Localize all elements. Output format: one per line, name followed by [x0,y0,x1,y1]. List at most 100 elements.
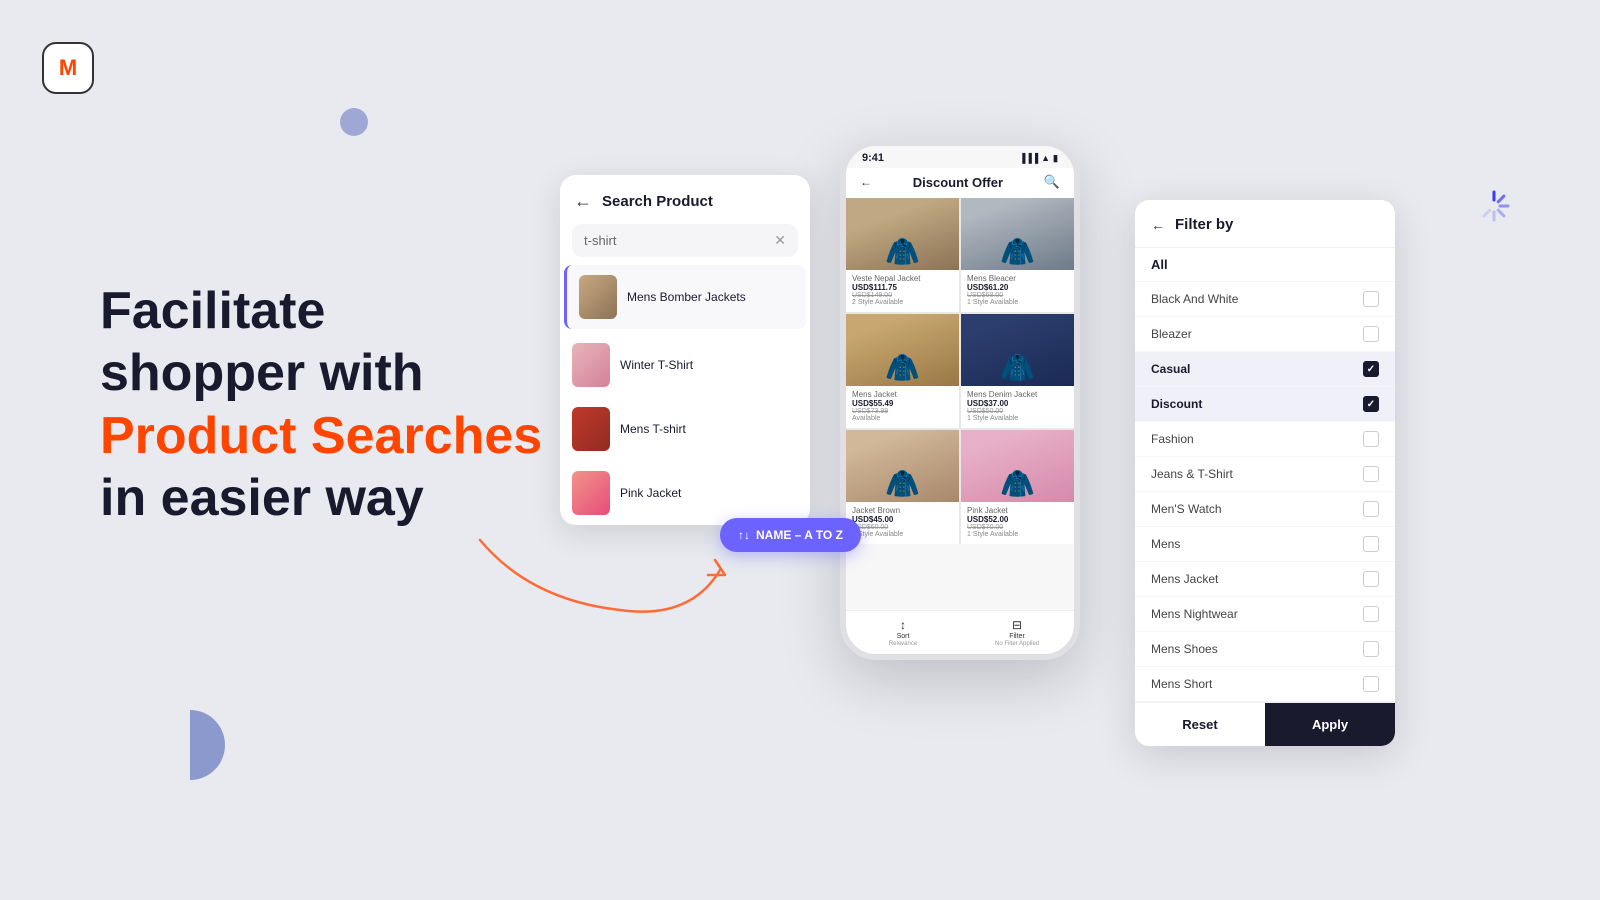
result-thumbnail [572,471,610,515]
product-old-price: USD$73.99 [852,408,953,415]
product-price: USD$61.20 [967,283,1068,292]
product-price: USD$111.75 [852,283,953,292]
filter-checkbox[interactable] [1363,606,1379,622]
search-panel-title: Search Product [602,193,713,210]
filter-checkbox[interactable] [1363,536,1379,552]
product-card[interactable]: 🧥 Pink Jacket USD$52.00 USD$70.00 1 Styl… [961,430,1074,544]
person-figure: 🧥 [846,430,959,502]
filter-footer: Reset Apply [1135,702,1395,746]
filter-tab-label: Filter [1009,633,1025,640]
filter-item[interactable]: Men'S Watch [1135,492,1395,527]
logo[interactable]: M [42,42,102,102]
status-icons: ▐▐▐ ▲ ▮ [1019,153,1058,164]
wifi-icon: ▲ [1041,153,1050,163]
product-card[interactable]: 🧥 Veste Nepal Jacket USD$111.75 USD$149.… [846,198,959,312]
app-header: ← Discount Offer 🔍 [846,168,1074,198]
product-old-price: USD$68.00 [967,292,1068,299]
product-price: USD$52.00 [967,515,1068,524]
sort-tab[interactable]: ↕ Sort Relevance [846,618,960,647]
filter-tab[interactable]: ⊟ Filter No Filter Applied [960,618,1074,647]
filter-checkbox[interactable] [1363,676,1379,692]
filter-item[interactable]: Mens Short [1135,667,1395,702]
arrow-decoration [470,520,750,640]
filter-item-label: Bleazer [1151,327,1192,341]
filter-item-discount[interactable]: Discount [1135,387,1395,422]
sort-icon: ↑↓ [738,528,750,542]
filter-checkbox[interactable] [1363,501,1379,517]
filter-apply-button[interactable]: Apply [1265,703,1395,746]
spinner-decoration [1476,188,1512,224]
filter-checkbox[interactable] [1363,641,1379,657]
search-result-item[interactable]: Mens Bomber Jackets [564,265,806,329]
product-info: Veste Nepal Jacket USD$111.75 USD$149.00… [846,270,959,312]
filter-item-label: Men'S Watch [1151,502,1222,516]
clear-icon[interactable]: ✕ [774,232,786,249]
product-info: Mens Bleacer USD$61.20 USD$68.00 1 Style… [961,270,1074,312]
filter-checkbox[interactable] [1363,431,1379,447]
sort-badge[interactable]: ↑↓ NAME – A TO Z [720,518,861,552]
filter-item[interactable]: Mens Shoes [1135,632,1395,667]
product-card[interactable]: 🧥 Jacket Brown USD$45.00 USD$60.00 2 Sty… [846,430,959,544]
product-image: 🧥 [961,198,1074,270]
product-price: USD$45.00 [852,515,953,524]
filter-item[interactable]: Black And White [1135,282,1395,317]
product-name: Mens Denim Jacket [967,390,1068,399]
battery-icon: ▮ [1053,153,1058,164]
filter-item-casual[interactable]: Casual [1135,352,1395,387]
product-card[interactable]: 🧥 Mens Denim Jacket USD$37.00 USD$50.00 … [961,314,1074,428]
product-styles: 2 Style Available [852,299,953,306]
sort-tab-sublabel: Relevance [889,641,917,647]
filter-checkbox[interactable] [1363,466,1379,482]
product-image: 🧥 [961,314,1074,386]
filter-item[interactable]: Mens Nightwear [1135,597,1395,632]
filter-item-all[interactable]: All [1135,248,1395,282]
filter-item[interactable]: Mens Jacket [1135,562,1395,597]
filter-item[interactable]: Bleazer [1135,317,1395,352]
filter-item-label: Jeans & T-Shirt [1151,467,1233,481]
logo-letter: M [59,55,77,81]
result-thumbnail [579,275,617,319]
filter-checkbox-checked[interactable] [1363,396,1379,412]
product-name: Mens Bleacer [967,274,1068,283]
filter-checkbox[interactable] [1363,326,1379,342]
filter-item-label: Fashion [1151,432,1194,446]
filter-item-label: Mens Nightwear [1151,607,1238,621]
status-bar: 9:41 ▐▐▐ ▲ ▮ [846,146,1074,168]
decorative-circle-bottom [155,710,225,780]
person-figure: 🧥 [961,314,1074,386]
hero-line4: in easier way [100,469,424,527]
search-result-item[interactable]: Pink Jacket [560,461,810,525]
search-result-item[interactable]: Winter T-Shirt [560,333,810,397]
back-arrow-icon[interactable]: ← [574,191,592,212]
filter-checkbox-checked[interactable] [1363,361,1379,377]
product-styles: 1 Style Available [967,531,1068,538]
sort-label: NAME – A TO Z [756,528,843,542]
product-image: 🧥 [846,430,959,502]
product-card[interactable]: 🧥 Mens Bleacer USD$61.20 USD$68.00 1 Sty… [961,198,1074,312]
filter-reset-button[interactable]: Reset [1135,703,1265,746]
app-back-icon[interactable]: ← [860,175,872,189]
product-name: Pink Jacket [967,506,1068,515]
filter-back-icon[interactable]: ← [1151,217,1165,233]
filter-item[interactable]: Jeans & T-Shirt [1135,457,1395,492]
product-styles: Available [852,415,953,422]
search-input-container[interactable]: t-shirt ✕ [572,224,798,257]
search-header-icon[interactable]: 🔍 [1044,174,1060,190]
filter-header: ← Filter by [1135,200,1395,248]
filter-checkbox[interactable] [1363,291,1379,307]
search-result-item[interactable]: Mens T-shirt [560,397,810,461]
result-label: Mens T-shirt [620,422,686,436]
product-name: Veste Nepal Jacket [852,274,953,283]
search-input[interactable]: t-shirt [584,233,766,248]
person-figure: 🧥 [961,198,1074,270]
filter-tab-sublabel: No Filter Applied [995,641,1039,647]
filter-item[interactable]: Fashion [1135,422,1395,457]
app-header-title: Discount Offer [913,175,1003,190]
hero-line2: shopper with [100,344,424,402]
result-label: Mens Bomber Jackets [627,290,746,304]
filter-item[interactable]: Mens [1135,527,1395,562]
filter-checkbox[interactable] [1363,571,1379,587]
product-card[interactable]: 🧥 Mens Jacket USD$55.49 USD$73.99 Availa… [846,314,959,428]
filter-item-label: Mens Shoes [1151,642,1218,656]
product-old-price: USD$149.00 [852,292,953,299]
